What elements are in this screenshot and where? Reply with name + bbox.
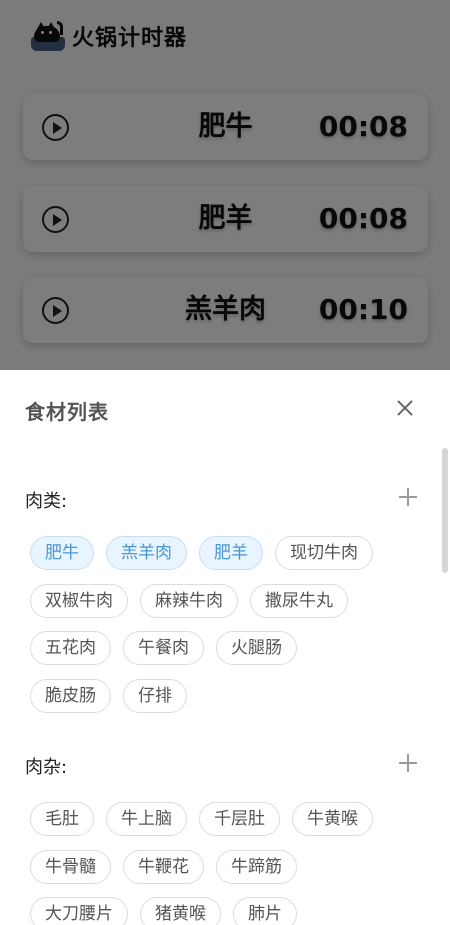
ingredient-chip[interactable]: 毛肚	[30, 802, 94, 836]
ingredient-chip[interactable]: 大刀腰片	[30, 897, 128, 925]
ingredient-chip[interactable]: 牛鞭花	[123, 850, 204, 884]
chip-row: 肥牛 羔羊肉 肥羊 现切牛肉	[30, 536, 373, 570]
ingredient-chip[interactable]: 仔排	[123, 679, 187, 713]
chip-row: 五花肉 午餐肉 火腿肠	[30, 631, 297, 665]
chip-row: 双椒牛肉 麻辣牛肉 撒尿牛丸	[30, 584, 348, 618]
add-meat-plus-icon[interactable]	[399, 488, 417, 506]
scrollbar[interactable]	[442, 448, 448, 573]
ingredient-chip[interactable]: 肺片	[233, 897, 297, 925]
ingredient-chip[interactable]: 羔羊肉	[106, 536, 187, 570]
ingredient-chip[interactable]: 牛骨髓	[30, 850, 111, 884]
ingredient-chip[interactable]: 牛上脑	[106, 802, 187, 836]
chip-row: 牛骨髓 牛鞭花 牛蹄筋	[30, 850, 297, 884]
section-label-offal: 肉杂:	[25, 757, 68, 778]
ingredient-chip[interactable]: 麻辣牛肉	[140, 584, 238, 618]
chip-row: 脆皮肠 仔排	[30, 679, 187, 713]
ingredient-chip[interactable]: 猪黄喉	[140, 897, 221, 925]
ingredient-chip[interactable]: 午餐肉	[123, 631, 204, 665]
chip-row: 大刀腰片 猪黄喉 肺片	[30, 897, 297, 925]
ingredient-chip[interactable]: 火腿肠	[216, 631, 297, 665]
ingredient-chip[interactable]: 双椒牛肉	[30, 584, 128, 618]
close-icon[interactable]	[395, 398, 415, 418]
ingredient-chip[interactable]: 五花肉	[30, 631, 111, 665]
ingredient-chip[interactable]: 千层肚	[199, 802, 280, 836]
ingredient-chip[interactable]: 牛黄喉	[292, 802, 373, 836]
chip-row: 毛肚 牛上脑 千层肚 牛黄喉	[30, 802, 373, 836]
ingredient-chip[interactable]: 现切牛肉	[275, 536, 373, 570]
sheet-title: 食材列表	[25, 400, 109, 424]
ingredient-chip[interactable]: 肥羊	[199, 536, 263, 570]
ingredient-chip[interactable]: 脆皮肠	[30, 679, 111, 713]
section-label-meat: 肉类:	[25, 491, 68, 512]
add-offal-plus-icon[interactable]	[399, 754, 417, 772]
ingredient-chip[interactable]: 牛蹄筋	[216, 850, 297, 884]
ingredient-chip[interactable]: 肥牛	[30, 536, 94, 570]
ingredient-sheet: 食材列表 肉类: 肥牛 羔羊肉 肥羊 现切牛肉 双椒牛肉 麻辣牛肉 撒尿牛丸 五…	[0, 370, 450, 925]
ingredient-chip[interactable]: 撒尿牛丸	[250, 584, 348, 618]
